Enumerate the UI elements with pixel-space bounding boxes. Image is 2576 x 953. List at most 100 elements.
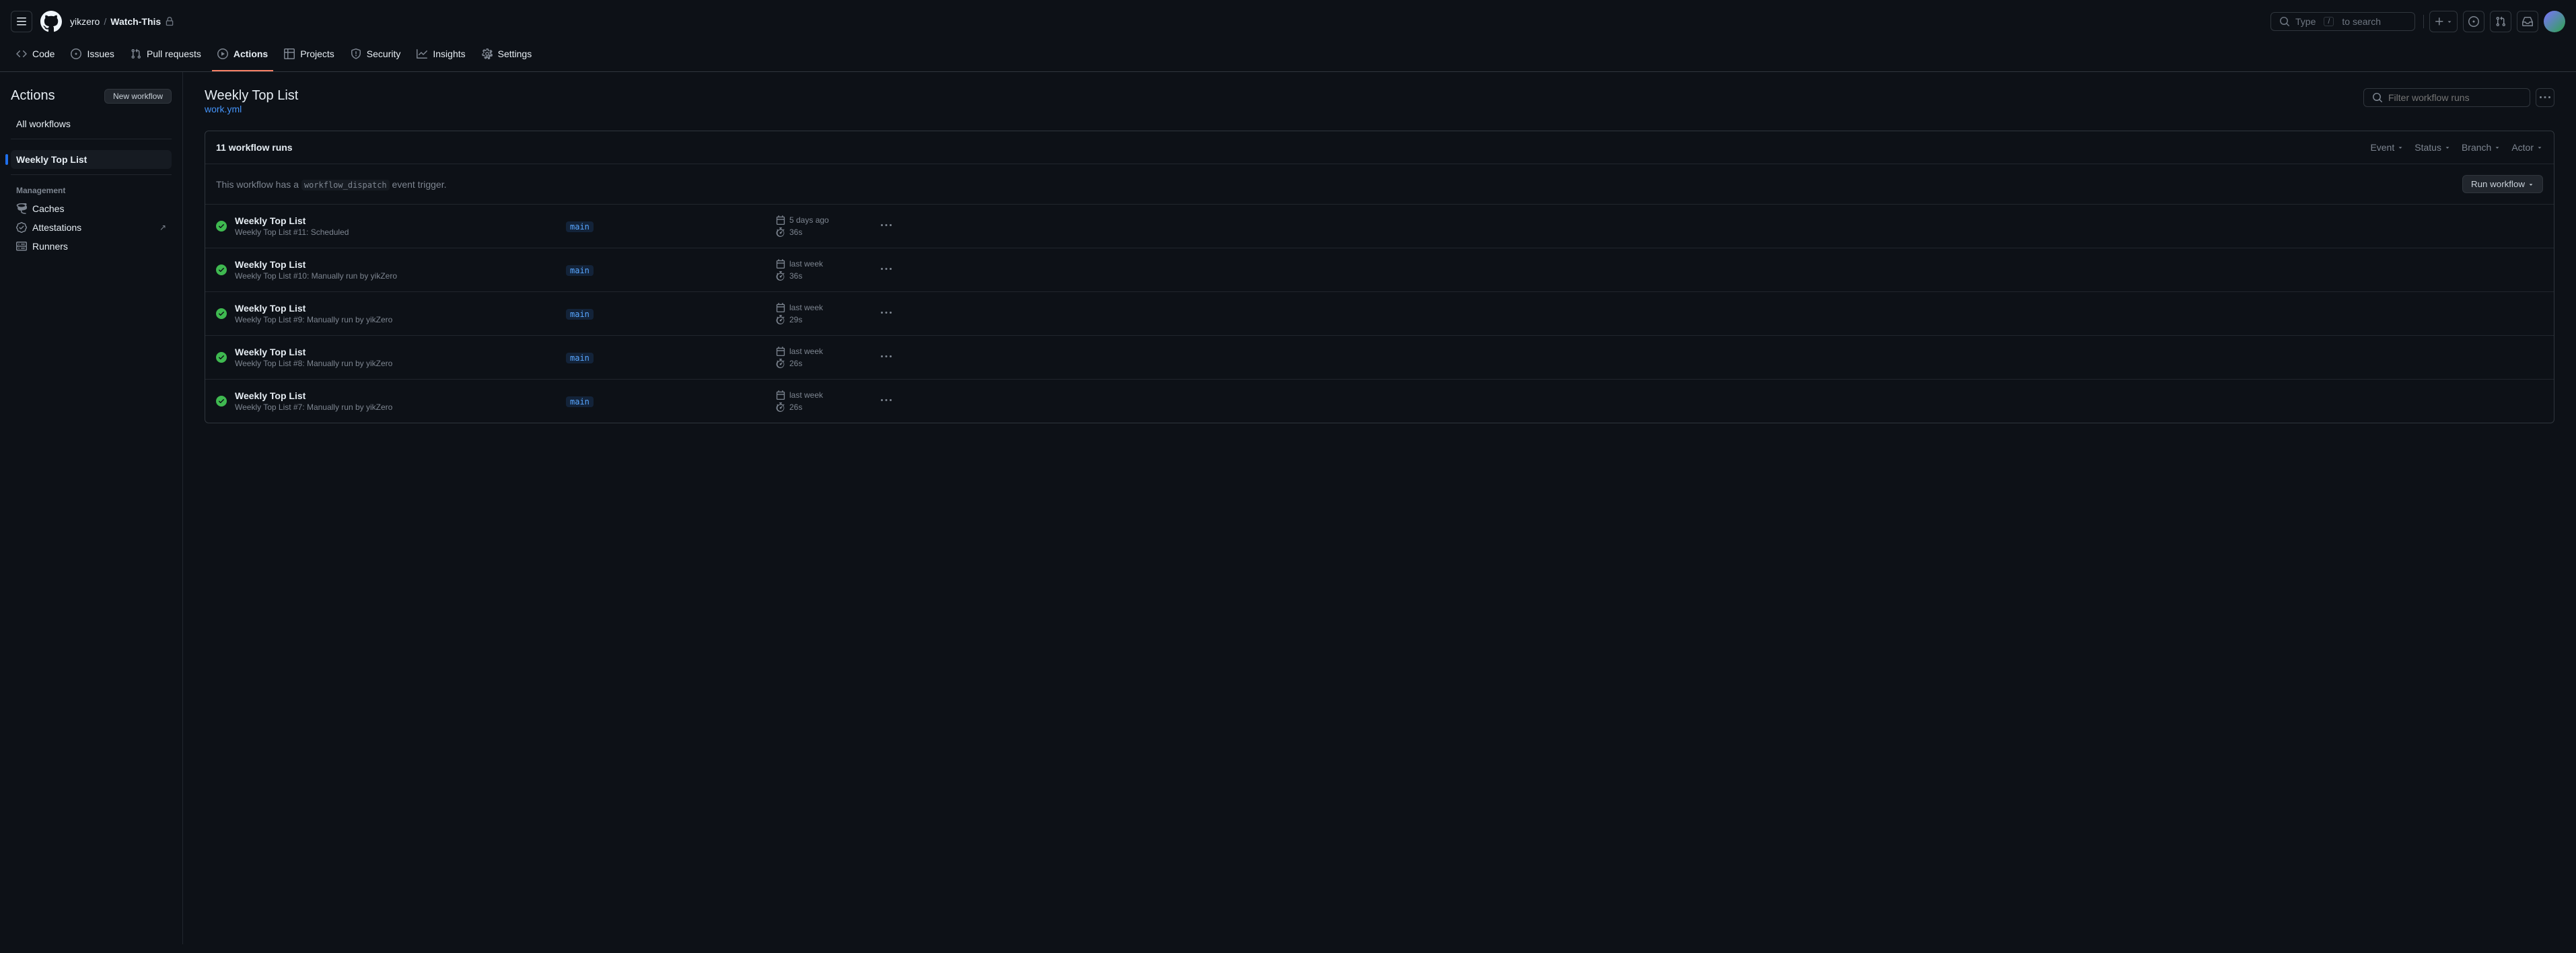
sidebar-all-workflows[interactable]: All workflows <box>11 114 172 133</box>
issue-icon <box>2468 16 2479 27</box>
sidebar-item-label: Runners <box>32 241 68 252</box>
sidebar-workflow-selected[interactable]: Weekly Top List <box>11 150 172 169</box>
filter-event[interactable]: Event <box>2370 142 2404 153</box>
run-actions-button[interactable] <box>878 261 894 279</box>
stopwatch-icon <box>776 359 785 368</box>
run-workflow-button[interactable]: Run workflow <box>2462 175 2543 193</box>
tab-actions[interactable]: Actions <box>212 43 273 71</box>
run-duration: 26s <box>789 402 802 412</box>
tab-label: Security <box>367 48 401 59</box>
tab-insights[interactable]: Insights <box>411 43 470 71</box>
repo-link[interactable]: Watch-This <box>110 16 161 27</box>
tab-projects[interactable]: Projects <box>279 43 340 71</box>
sidebar-item-runners[interactable]: Runners <box>11 237 172 256</box>
owner-link[interactable]: yikzero <box>70 16 100 27</box>
workflow-run-row: Weekly Top List Weekly Top List #7: Manu… <box>205 380 2554 423</box>
sidebar-divider <box>11 174 172 175</box>
caret-down-icon <box>2536 144 2543 151</box>
play-icon <box>217 48 228 59</box>
filter-actor[interactable]: Actor <box>2511 142 2543 153</box>
github-logo[interactable] <box>40 11 62 32</box>
caret-down-icon <box>2444 144 2451 151</box>
calendar-icon <box>776 347 785 356</box>
caret-down-icon <box>2494 144 2501 151</box>
run-time: last week <box>789 259 823 269</box>
sidebar-item-caches[interactable]: Caches <box>11 199 172 218</box>
sidebar-item-attestations[interactable]: Attestations ↗ <box>11 218 172 237</box>
run-title-link[interactable]: Weekly Top List <box>235 347 306 357</box>
tab-label: Projects <box>300 48 334 59</box>
sidebar-item-label: All workflows <box>16 118 71 129</box>
check-circle-icon <box>216 264 227 275</box>
sidebar-item-label: Attestations <box>32 222 81 233</box>
shield-icon <box>351 48 361 59</box>
create-new-button[interactable] <box>2429 11 2458 32</box>
filter-runs-input-wrapper[interactable] <box>2363 88 2530 107</box>
global-search[interactable]: Type / to search <box>2270 12 2415 31</box>
search-label: Type <box>2295 16 2316 27</box>
workflow-title: Weekly Top List <box>205 88 298 104</box>
run-subtitle: Weekly Top List #7: Manually run by yikZ… <box>235 402 558 412</box>
kebab-icon <box>881 220 892 231</box>
tab-security[interactable]: Security <box>345 43 406 71</box>
tab-label: Pull requests <box>147 48 201 59</box>
table-icon <box>284 48 295 59</box>
calendar-icon <box>776 215 785 225</box>
filter-branch[interactable]: Branch <box>2462 142 2501 153</box>
branch-badge[interactable]: main <box>566 265 594 276</box>
caret-down-icon <box>2397 144 2404 151</box>
run-time: last week <box>789 303 823 312</box>
check-circle-icon <box>216 221 227 232</box>
run-actions-button[interactable] <box>878 217 894 236</box>
graph-icon <box>417 48 427 59</box>
branch-badge[interactable]: main <box>566 221 594 232</box>
main-menu-button[interactable] <box>11 11 32 32</box>
stopwatch-icon <box>776 271 785 281</box>
branch-badge[interactable]: main <box>566 353 594 363</box>
run-title-link[interactable]: Weekly Top List <box>235 390 306 401</box>
filter-status[interactable]: Status <box>2414 142 2451 153</box>
run-title-link[interactable]: Weekly Top List <box>235 215 306 226</box>
run-subtitle: Weekly Top List #9: Manually run by yikZ… <box>235 315 558 324</box>
run-actions-button[interactable] <box>878 305 894 323</box>
filter-runs-input[interactable] <box>2388 92 2521 103</box>
check-circle-icon <box>216 396 227 407</box>
stopwatch-icon <box>776 402 785 412</box>
run-actions-button[interactable] <box>878 349 894 367</box>
server-icon <box>16 241 27 252</box>
tab-label: Settings <box>498 48 532 59</box>
sidebar-item-label: Weekly Top List <box>16 154 87 165</box>
run-duration: 36s <box>789 271 802 281</box>
sidebar-item-label: Caches <box>32 203 64 214</box>
stopwatch-icon <box>776 227 785 237</box>
runs-count: 11 workflow runs <box>216 142 293 153</box>
pull-requests-tray-button[interactable] <box>2490 11 2511 32</box>
tab-pulls[interactable]: Pull requests <box>125 43 207 71</box>
workflow-run-row: Weekly Top List Weekly Top List #9: Manu… <box>205 292 2554 336</box>
git-pull-request-icon <box>2495 16 2506 27</box>
workflow-run-row: Weekly Top List Weekly Top List #8: Manu… <box>205 336 2554 380</box>
notifications-button[interactable] <box>2517 11 2538 32</box>
run-title-link[interactable]: Weekly Top List <box>235 303 306 314</box>
avatar[interactable] <box>2544 11 2565 32</box>
search-hint: to search <box>2342 16 2381 27</box>
run-duration: 36s <box>789 227 802 237</box>
workflow-file-link[interactable]: work.yml <box>205 104 242 114</box>
branch-badge[interactable]: main <box>566 309 594 320</box>
tab-code[interactable]: Code <box>11 43 60 71</box>
tab-issues[interactable]: Issues <box>65 43 119 71</box>
check-circle-icon <box>216 308 227 319</box>
calendar-icon <box>776 303 785 312</box>
tab-settings[interactable]: Settings <box>476 43 538 71</box>
run-actions-button[interactable] <box>878 392 894 411</box>
run-title-link[interactable]: Weekly Top List <box>235 259 306 270</box>
branch-badge[interactable]: main <box>566 396 594 407</box>
dispatch-text: This workflow has a workflow_dispatch ev… <box>216 179 446 190</box>
workflow-settings-button[interactable] <box>2536 88 2554 107</box>
issues-tray-button[interactable] <box>2463 11 2484 32</box>
verified-icon <box>16 222 27 233</box>
run-subtitle: Weekly Top List #10: Manually run by yik… <box>235 271 558 281</box>
new-workflow-button[interactable]: New workflow <box>104 89 172 104</box>
breadcrumb: yikzero / Watch-This <box>70 16 174 27</box>
tab-label: Insights <box>433 48 465 59</box>
